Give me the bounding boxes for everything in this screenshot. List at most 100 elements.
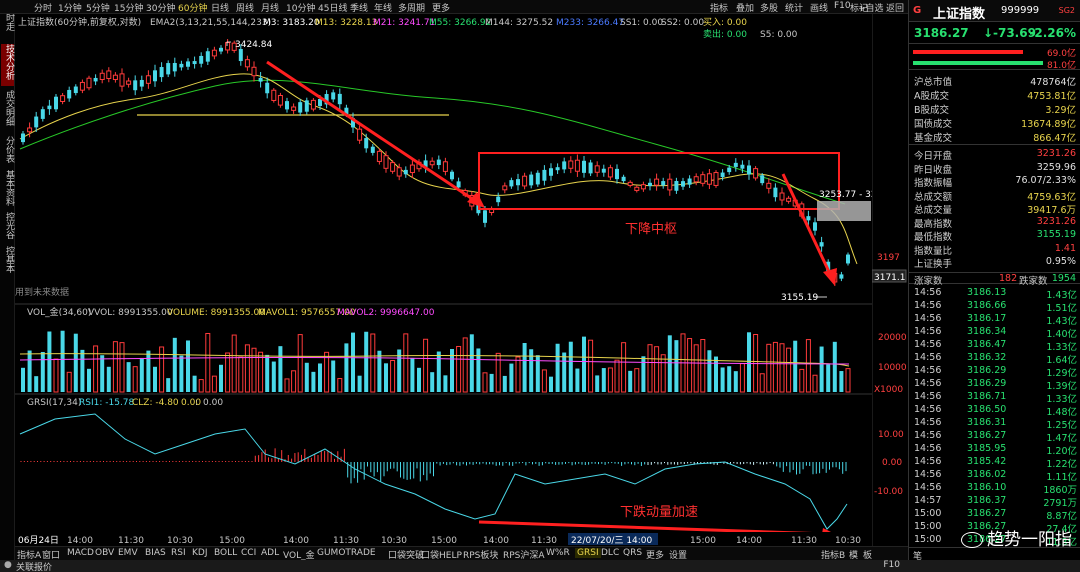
tf-fenshi[interactable]: 分时 <box>34 1 52 14</box>
ind-tab-active[interactable]: GRSI <box>575 548 601 558</box>
tf-more[interactable]: 更多 <box>432 1 450 14</box>
rail-tab-basic[interactable]: 基本资料 <box>1 170 14 210</box>
ind-tab[interactable]: ADL <box>261 548 279 558</box>
rail-tab-ctrl1[interactable]: 控光谷 <box>1 212 14 242</box>
ind-tab[interactable]: BIAS <box>145 548 166 558</box>
volume-bar <box>476 348 481 392</box>
tf-multi[interactable]: 多周期 <box>398 1 425 14</box>
ind-tab[interactable]: GUMOTRADE <box>317 548 376 558</box>
ind-tab[interactable]: OBV <box>95 548 114 558</box>
indicator-tabs: 指标A 窗口 MACD OBV EMV BIAS RSI KDJ BOLL CC… <box>15 546 908 561</box>
candle-body <box>126 80 132 85</box>
volume-bar <box>720 367 725 392</box>
tf-30min[interactable]: 30分钟 <box>146 1 175 14</box>
volume-bar <box>489 373 494 392</box>
volume-bar <box>832 341 837 392</box>
tick-price: 3186.34 <box>967 326 1007 337</box>
tick-row: 14:56 3186.31 1.25亿 <box>909 417 1080 431</box>
volume-bar <box>34 376 39 392</box>
candle-body <box>700 174 706 184</box>
toolbar-stats[interactable]: 统计 <box>785 1 803 14</box>
candle-body <box>258 77 263 82</box>
stat-label: 总成交量 <box>914 205 953 216</box>
tf-5min[interactable]: 5分钟 <box>86 1 110 14</box>
volume-bar <box>364 331 369 392</box>
rail-tab-pricetable[interactable]: 分价表 <box>1 136 14 166</box>
toolbar-back[interactable]: 返回 <box>886 1 904 14</box>
stat-value: 3231.26 <box>1036 148 1076 159</box>
candle-body <box>773 187 778 198</box>
ind-tab[interactable]: QRS <box>623 548 642 558</box>
candle-body <box>199 55 204 64</box>
tick-row: 14:56 3185.42 1.22亿 <box>909 456 1080 470</box>
breadth-row: 涨家数 182 跌家数 1954 <box>909 272 1080 287</box>
tf-10min[interactable]: 10分钟 <box>286 1 315 14</box>
tick-row: 14:56 3186.10 1860万 <box>909 482 1080 496</box>
toolbar-indicator[interactable]: 指标 <box>710 1 728 14</box>
toolbar-add-favorite[interactable]: +自选 <box>858 1 884 14</box>
time-label: 10:30 <box>167 536 193 546</box>
time-label: 10:30 <box>835 536 861 546</box>
ind-tab[interactable]: DLC <box>601 548 619 558</box>
candle-body <box>562 161 567 170</box>
quote-price-row: 3186.27 ↓ -73.69 -2.26% <box>909 24 1080 44</box>
candle-body <box>86 77 92 89</box>
tick-time: 14:56 <box>914 430 942 441</box>
ind-tab[interactable]: RSI <box>171 548 186 558</box>
vol-legend-mavol2: MAVOL2: 9996647.00 <box>337 308 435 318</box>
volume-bar <box>179 355 184 392</box>
volume-bar <box>707 350 712 392</box>
ind-tab[interactable]: W%R <box>546 548 570 558</box>
tf-1min[interactable]: 1分钟 <box>58 1 82 14</box>
rail-tab-ctrl2[interactable]: 控基本 <box>1 246 14 276</box>
tf-15min[interactable]: 15分钟 <box>114 1 143 14</box>
ind-tab[interactable]: BOLL <box>214 548 237 558</box>
volume-bar <box>700 339 706 393</box>
time-label: 10:30 <box>381 536 407 546</box>
volume-bar <box>238 356 244 393</box>
candle-body <box>733 162 738 167</box>
candle-body <box>568 160 574 169</box>
tf-45day[interactable]: 45日线 <box>318 1 347 14</box>
toolbar-multistock[interactable]: 多股 <box>760 1 778 14</box>
volume-bar <box>186 340 190 392</box>
status-text[interactable]: 关联报价 <box>16 560 52 572</box>
time-label: 11:30 <box>333 536 359 546</box>
tick-row: 14:56 3186.34 1.40亿 <box>909 326 1080 340</box>
tf-week[interactable]: 周线 <box>236 1 254 14</box>
volume-bars <box>21 330 851 393</box>
candle-body <box>106 70 112 79</box>
toolbar-overlay[interactable]: 叠加 <box>736 1 754 14</box>
status-f10[interactable]: F10 <box>883 560 900 570</box>
toolbar-draw[interactable]: 画线 <box>810 1 828 14</box>
toolbar-f10[interactable]: F10 <box>834 1 851 11</box>
tf-season[interactable]: 季线 <box>350 1 368 14</box>
tf-day[interactable]: 日线 <box>211 1 229 14</box>
candle-body <box>186 61 190 67</box>
ind-tab[interactable]: KDJ <box>192 548 208 558</box>
last-price-badge: 3171.1 <box>874 273 906 283</box>
volume-bar <box>654 346 660 393</box>
stat-label: 上证换手 <box>914 259 953 270</box>
ind-tab[interactable]: CCI <box>241 548 256 558</box>
volume-bar <box>377 350 382 392</box>
rail-tab-detail[interactable]: 成交明细 <box>1 90 14 132</box>
tf-month[interactable]: 月线 <box>261 1 279 14</box>
stat-value: 3155.19 <box>1036 229 1076 240</box>
volume-bar <box>192 375 197 392</box>
volume-bar <box>575 368 580 392</box>
candle-body <box>483 210 487 223</box>
chart-area[interactable]: 上证指数(60分钟,前复权,对数) EMA2(3,13,21,55,144,23… <box>15 14 872 546</box>
ind-tab[interactable]: MACD <box>67 548 94 558</box>
rail-tab-technical[interactable]: 技术分析 <box>1 44 14 86</box>
candle-body <box>667 178 673 191</box>
volume-bar <box>462 337 468 393</box>
tf-60min[interactable]: 60分钟 <box>178 1 207 14</box>
candle-body <box>67 89 72 99</box>
tf-year[interactable]: 年线 <box>374 1 392 14</box>
time-label: 11:30 <box>531 536 557 546</box>
time-label: 15:00 <box>219 536 245 546</box>
stock-g-icon: G <box>913 5 922 16</box>
stat-value: 1.41 <box>1054 242 1076 254</box>
ind-tab[interactable]: EMV <box>118 548 138 558</box>
